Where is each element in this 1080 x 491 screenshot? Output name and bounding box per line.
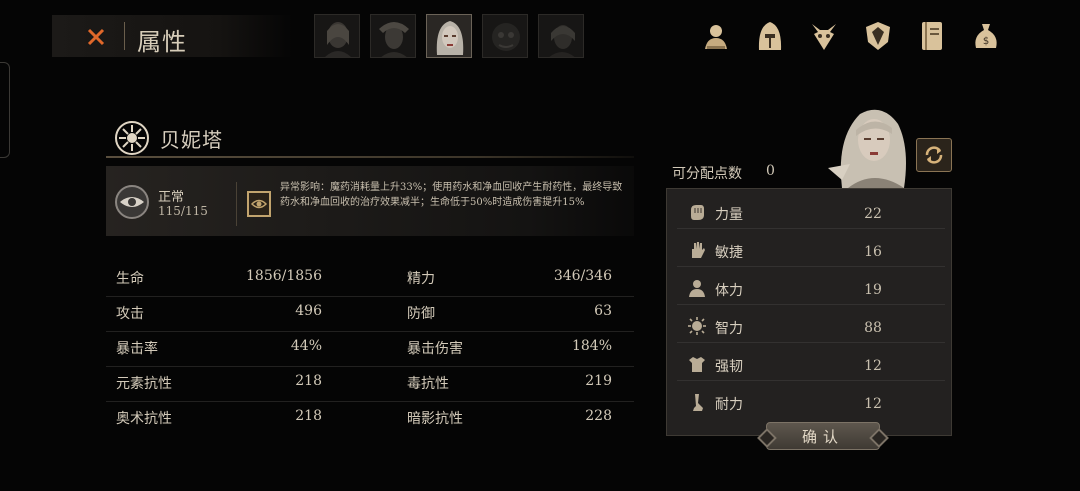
- stat-value: 228: [585, 408, 612, 424]
- money-bag-icon[interactable]: $: [966, 16, 1006, 56]
- stat-label: 生命: [116, 271, 144, 287]
- leg-icon: [693, 394, 703, 411]
- stat-row: 元素抗性 218 毒抗性 219: [106, 367, 634, 402]
- character-header: 贝妮塔: [114, 120, 223, 156]
- attribute-name: 智力: [715, 321, 743, 337]
- stat-label: 防御: [407, 306, 435, 322]
- allocation-points-value: 0: [766, 163, 775, 179]
- attribute-name: 强韧: [715, 359, 743, 375]
- attribute-value: 12: [864, 396, 882, 412]
- frenzy-effect-icon[interactable]: [246, 190, 272, 222]
- stat-value: 496: [295, 303, 322, 319]
- party-portraits: [314, 14, 584, 58]
- fist-icon: [691, 205, 704, 220]
- reset-points-button[interactable]: [916, 138, 952, 172]
- attribute-row-toughness[interactable]: 强韧 12: [677, 345, 945, 381]
- party-portrait-2[interactable]: [370, 14, 416, 58]
- attribute-name: 力量: [715, 207, 743, 223]
- side-tab-handle[interactable]: [0, 62, 10, 158]
- journal-icon[interactable]: [912, 16, 952, 56]
- brain-burst-icon: [688, 317, 706, 335]
- attribute-value: 12: [864, 358, 882, 374]
- radiant-sun-icon: [115, 121, 149, 155]
- attribute-row-agility[interactable]: 敏捷 16: [677, 231, 945, 267]
- stat-row: 攻击 496 防御 63: [106, 297, 634, 332]
- close-x-icon: [87, 28, 105, 46]
- party-portrait-5[interactable]: [538, 14, 584, 58]
- attribute-row-vitality[interactable]: 体力 19: [677, 269, 945, 305]
- attribute-value: 88: [864, 320, 882, 336]
- attribute-row-endurance[interactable]: 耐力 12: [677, 383, 945, 419]
- close-button[interactable]: [78, 20, 114, 54]
- page-title: 属性: [137, 28, 187, 56]
- character-portrait: [820, 98, 920, 190]
- stat-row: 暴击率 44% 暴击伤害 184%: [106, 332, 634, 367]
- stat-label: 暴击伤害: [407, 341, 463, 357]
- armor-icon: [689, 357, 705, 372]
- stat-value: 63: [594, 303, 612, 319]
- attribute-name: 体力: [715, 283, 743, 299]
- beast-skull-icon[interactable]: [804, 16, 844, 56]
- stat-label: 攻击: [116, 306, 144, 322]
- menu-icons: $: [696, 16, 1006, 56]
- allocation-points-label: 可分配点数: [672, 166, 742, 182]
- status-value: 115/115: [158, 204, 208, 218]
- stat-label: 元素抗性: [116, 376, 172, 392]
- party-portrait-4[interactable]: [482, 14, 528, 58]
- stat-value: 218: [295, 373, 322, 389]
- hand-icon: [692, 242, 705, 258]
- attribute-value: 22: [864, 206, 882, 222]
- svg-text:$: $: [983, 36, 989, 47]
- header-divider: [106, 156, 634, 158]
- attribute-row-strength[interactable]: 力量 22: [677, 193, 945, 229]
- attribute-row-intelligence[interactable]: 智力 88: [677, 307, 945, 343]
- stats-table: 生命 1856/1856 精力 346/346 攻击 496 防御 63 暴击率…: [106, 262, 634, 437]
- stat-value: 218: [295, 408, 322, 424]
- stat-value: 184%: [571, 338, 612, 354]
- stat-row: 奥术抗性 218 暗影抗性 228: [106, 402, 634, 437]
- attribute-panel: 力量 22 敏捷 16 体力 19 智力 88 强韧 12 耐力 12: [666, 188, 952, 436]
- stat-value: 346/346: [553, 268, 612, 284]
- confirm-button[interactable]: 确认: [766, 422, 880, 450]
- helmet-icon[interactable]: [750, 16, 790, 56]
- attribute-name: 敏捷: [715, 245, 743, 261]
- party-portrait-1[interactable]: [314, 14, 360, 58]
- stat-label: 毒抗性: [407, 376, 449, 392]
- stat-row: 生命 1856/1856 精力 346/346: [106, 262, 634, 297]
- attribute-value: 19: [864, 282, 882, 298]
- shield-emblem-icon[interactable]: [858, 16, 898, 56]
- status-divider: [236, 182, 237, 226]
- title-divider: [124, 22, 125, 50]
- status-effect-description: 异常影响：魔药消耗量上升33%；使用药水和净血回收产生耐药性，最终导致药水和净血…: [280, 182, 623, 208]
- stat-value: 44%: [290, 338, 322, 354]
- person-icon: [689, 280, 705, 297]
- stat-value: 1856/1856: [246, 268, 322, 284]
- attribute-name: 耐力: [715, 397, 743, 413]
- status-name: 正常: [158, 190, 185, 205]
- character-bust-icon[interactable]: [696, 16, 736, 56]
- party-portrait-3-selected[interactable]: [426, 14, 472, 58]
- stat-label: 奥术抗性: [116, 411, 172, 427]
- status-eye-icon: [114, 184, 150, 224]
- stat-label: 精力: [407, 271, 435, 287]
- stat-label: 暗影抗性: [407, 411, 463, 427]
- refresh-icon: [925, 146, 943, 164]
- stat-label: 暴击率: [116, 341, 158, 357]
- character-name: 贝妮塔: [160, 127, 223, 152]
- attribute-value: 16: [864, 244, 882, 260]
- stat-value: 219: [585, 373, 612, 389]
